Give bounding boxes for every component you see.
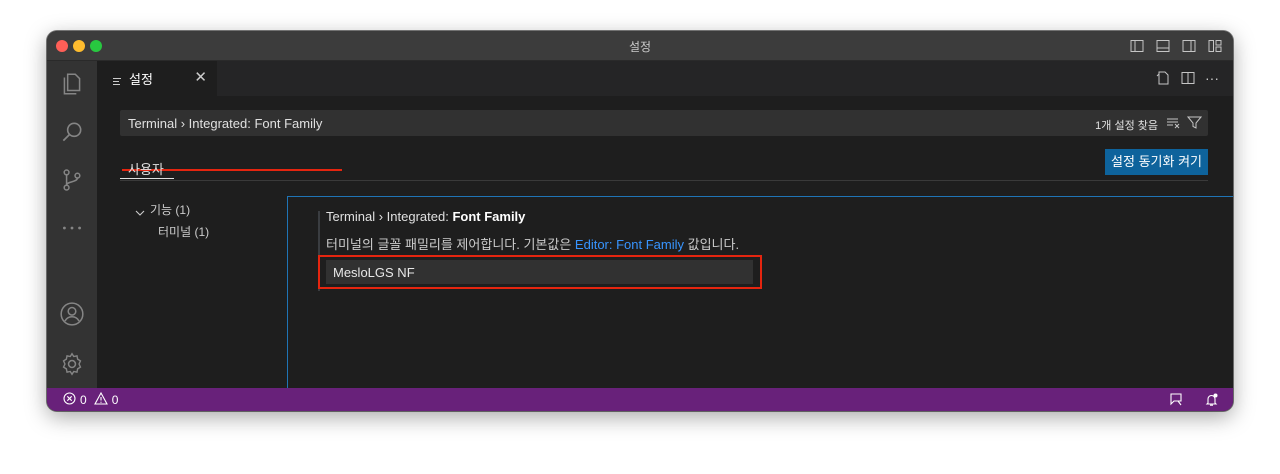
toggle-secondary-sidebar-icon[interactable] [1181,38,1197,54]
layout-controls [1129,38,1223,54]
settings-list: Terminal › Integrated: Font Family 터미널의 … [287,196,1233,388]
settings-sync-button[interactable]: 설정 동기화 켜기 [1105,149,1208,175]
window-title: 설정 [628,40,652,54]
error-icon [63,392,76,409]
search-actions [1166,115,1203,130]
toggle-sidebar-icon[interactable] [1129,38,1145,54]
tab-settings[interactable]: 설정 ✕ [97,61,217,96]
search-query: Terminal › Integrated: Font Family [128,116,323,131]
close-icon[interactable]: ✕ [194,70,207,86]
toggle-panel-icon[interactable] [1155,38,1171,54]
editor-area: 설정 ✕ ··· Terminal › Integrated: Font Fam… [97,61,1233,388]
tab-bar: 설정 ✕ ··· [97,61,1233,96]
active-tab-indicator [120,178,174,179]
toc-item-features[interactable]: 기능 (1) [134,199,209,221]
problems-status[interactable]: 0 0 [63,391,119,409]
settings-editor-icon [113,74,123,85]
title-bar: 설정 [47,31,1233,61]
input-highlight-box [318,255,762,289]
settings-toc: 기능 (1) 터미널 (1) [134,199,209,243]
tab-user-settings[interactable]: 사용자 [120,149,174,181]
setting-description: 터미널의 글꼴 패밀리를 제어합니다. 기본값은 Editor: Font Fa… [326,234,739,253]
error-count: 0 [80,393,87,407]
toc-item-terminal[interactable]: 터미널 (1) [134,221,209,243]
more-icon[interactable] [59,215,85,241]
scope-divider [120,180,1208,181]
clear-filter-icon[interactable] [1166,115,1181,130]
explorer-icon[interactable] [59,71,85,97]
setting-description-prefix: 터미널의 글꼴 패밀리를 제어합니다. 기본값은 [326,237,575,252]
chevron-down-icon [134,204,146,216]
source-control-icon[interactable] [59,167,85,193]
account-icon[interactable] [59,301,85,327]
customize-layout-icon[interactable] [1207,38,1223,54]
warning-count: 0 [111,393,119,407]
open-settings-json-icon[interactable] [1155,70,1171,86]
filter-icon[interactable] [1186,115,1203,130]
bell-icon[interactable] [1204,392,1219,407]
settings-search-input[interactable]: Terminal › Integrated: Font Family 1개 설정… [120,110,1208,136]
more-actions-icon[interactable]: ··· [1205,70,1221,86]
warning-icon [93,391,108,409]
setting-name: Font Family [452,209,526,224]
setting-category: Terminal › Integrated: [326,209,453,224]
status-right-items [1169,392,1219,407]
user-tab-label: 사용자 [128,162,164,177]
vscode-window: 설정 설정 ✕ ··· Terminal › Integrated: Font … [47,31,1233,411]
search-icon[interactable] [59,119,85,145]
tab-label: 설정 [129,72,153,87]
status-bar: 0 0 [47,388,1233,411]
feedback-icon[interactable] [1169,392,1184,407]
setting-description-suffix: 값입니다. [684,237,740,252]
activity-bar [47,61,97,388]
split-editor-icon[interactable] [1180,70,1196,86]
gear-icon[interactable] [59,351,85,377]
search-result-count: 1개 설정 찾음 [1095,120,1158,132]
editor-actions: ··· [1155,70,1221,86]
setting-title: Terminal › Integrated: Font Family [326,209,525,224]
toc-features-label: 기능 (1) [150,203,191,217]
editor-font-family-link[interactable]: Editor: Font Family [575,237,684,252]
toc-terminal-label: 터미널 (1) [158,225,210,239]
